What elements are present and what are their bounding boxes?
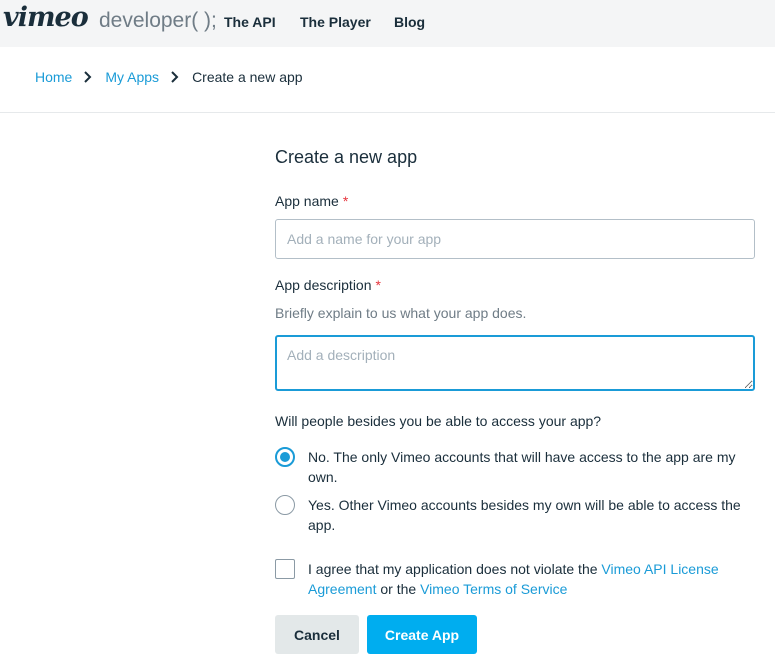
agreement-text-middle: or the <box>376 581 421 597</box>
top-navigation-bar: vimeo developer( ); The API The Player B… <box>0 0 775 47</box>
cancel-button[interactable]: Cancel <box>275 615 359 654</box>
agreement-text-before: I agree that my application does not vio… <box>308 561 602 577</box>
nav-link-blog[interactable]: Blog <box>394 14 425 30</box>
developer-wordmark[interactable]: developer( ); <box>99 9 217 33</box>
app-description-help: Briefly explain to us what your app does… <box>275 305 527 321</box>
app-name-input[interactable] <box>275 219 755 259</box>
breadcrumb: Home My Apps Create a new app <box>35 69 303 85</box>
agreement-checkbox[interactable] <box>275 559 295 579</box>
nav-link-the-api[interactable]: The API <box>224 14 276 30</box>
breadcrumb-current: Create a new app <box>192 69 303 85</box>
access-option-yes-label: Yes. Other Vimeo accounts besides my own… <box>308 497 741 533</box>
create-app-button[interactable]: Create App <box>367 615 477 654</box>
chevron-right-icon <box>84 71 92 83</box>
access-option-no-label: No. The only Vimeo accounts that will ha… <box>308 449 736 485</box>
page-title: Create a new app <box>275 147 418 167</box>
chevron-right-icon <box>171 71 179 83</box>
access-option-yes[interactable]: Yes. Other Vimeo accounts besides my own… <box>275 495 765 535</box>
breadcrumb-home[interactable]: Home <box>35 69 72 85</box>
required-asterisk: * <box>342 193 349 209</box>
header-divider <box>0 112 775 113</box>
app-description-label: App description * <box>275 277 381 293</box>
app-name-label-text: App name <box>275 193 339 209</box>
radio-button-selected[interactable] <box>275 447 295 467</box>
agreement-text: I agree that my application does not vio… <box>308 559 748 599</box>
nav-link-the-player[interactable]: The Player <box>300 14 371 30</box>
app-description-textarea[interactable] <box>275 335 755 391</box>
terms-of-service-link[interactable]: Vimeo Terms of Service <box>420 581 567 597</box>
access-option-no[interactable]: No. The only Vimeo accounts that will ha… <box>275 447 765 487</box>
app-name-label: App name * <box>275 193 348 209</box>
agreement-row: I agree that my application does not vio… <box>275 559 765 599</box>
access-question: Will people besides you be able to acces… <box>275 413 602 429</box>
required-asterisk: * <box>375 277 381 293</box>
app-description-label-text: App description <box>275 277 372 293</box>
vimeo-logo[interactable]: vimeo <box>3 2 89 33</box>
radio-button[interactable] <box>275 495 295 515</box>
breadcrumb-my-apps[interactable]: My Apps <box>105 69 159 85</box>
